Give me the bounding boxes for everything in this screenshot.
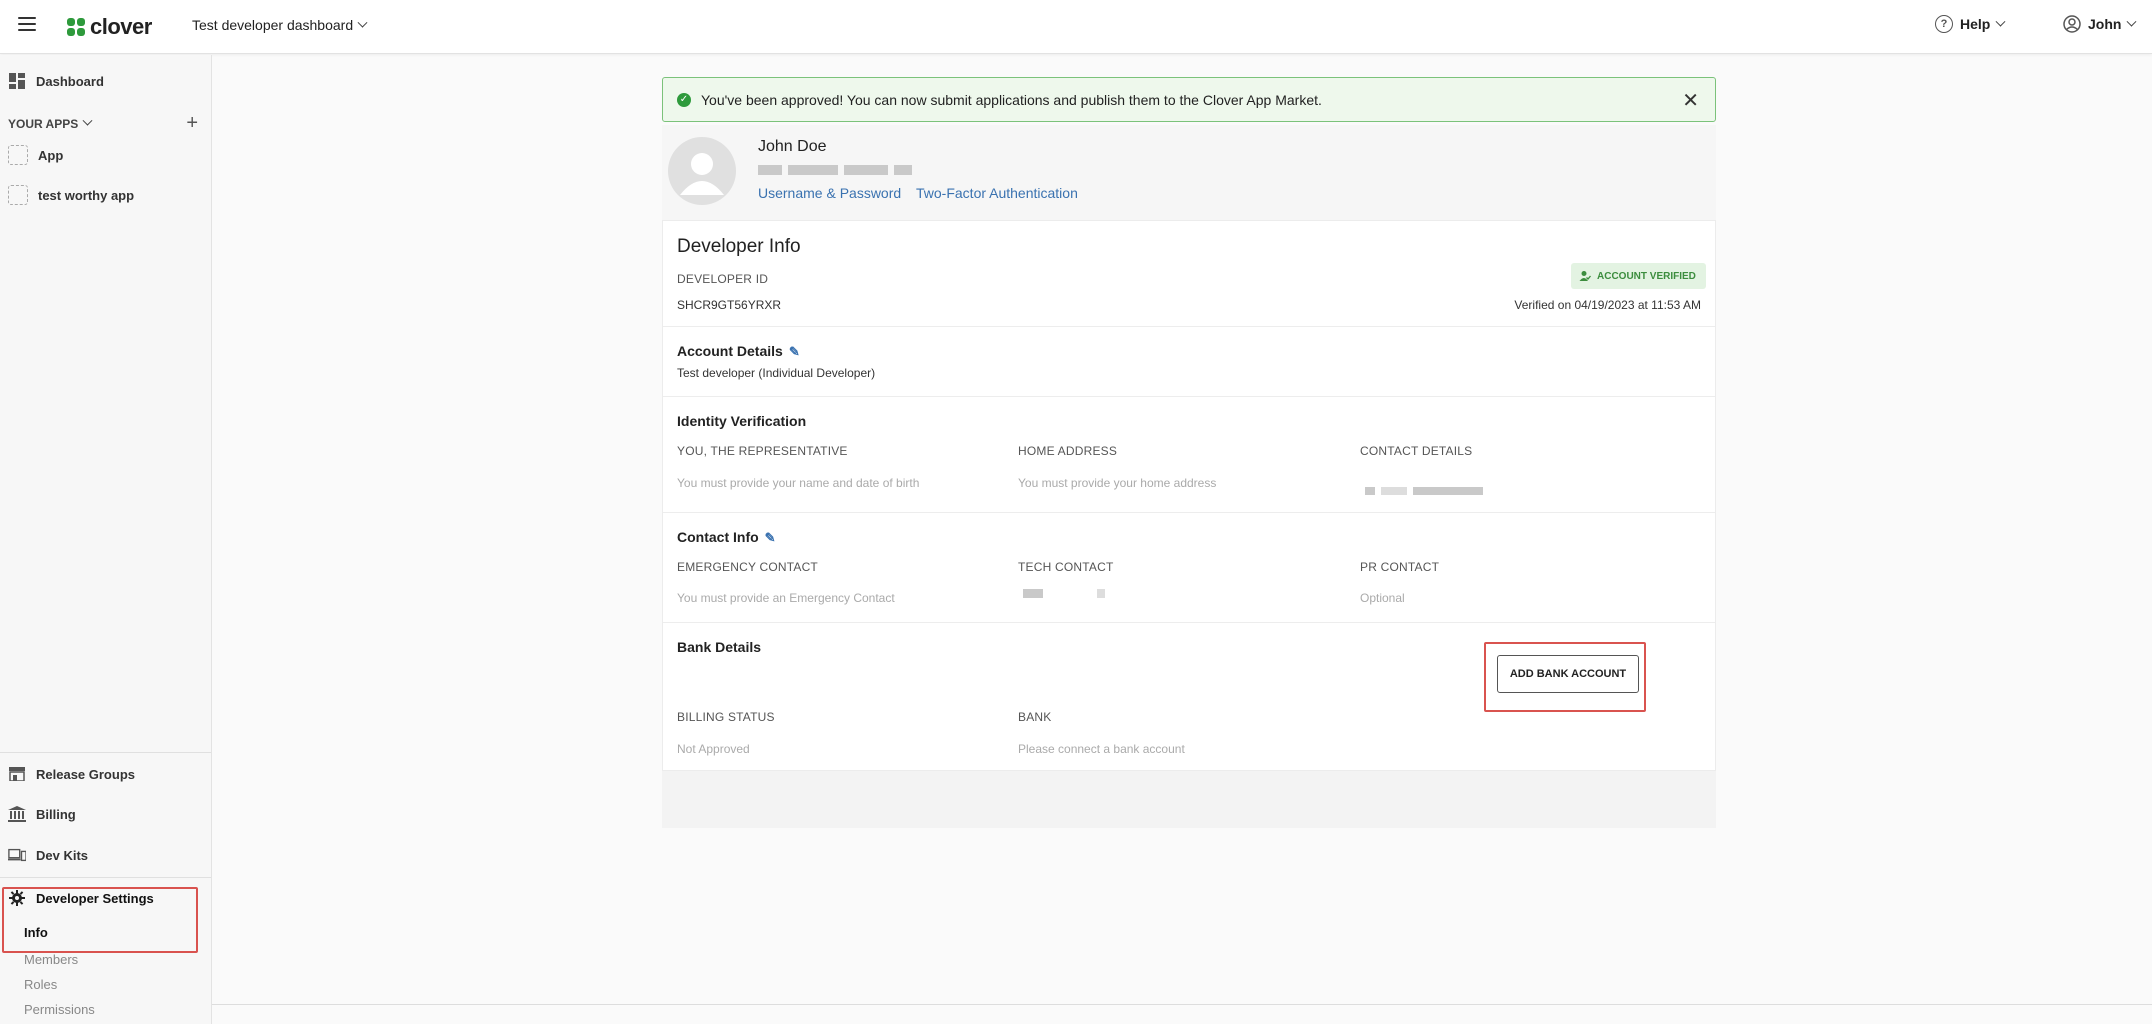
home-address-value: You must provide your home address: [1018, 476, 1217, 490]
billing-status-value: Not Approved: [677, 742, 750, 756]
account-details-title: Account Details: [677, 343, 783, 359]
bank-icon: [8, 805, 26, 823]
chevron-down-icon: [82, 115, 93, 126]
account-details-value: Test developer (Individual Developer): [677, 366, 876, 380]
redacted-email: [758, 165, 912, 175]
pr-contact-value: Optional: [1360, 591, 1405, 605]
sidebar-item-billing[interactable]: Billing: [8, 805, 76, 823]
alert-message: You've been approved! You can now submit…: [701, 91, 1322, 108]
sidebar-item-dev-kits[interactable]: Dev Kits: [8, 846, 88, 864]
sidebar-subitem-roles[interactable]: Roles: [24, 977, 57, 992]
account-details-section: Account Details ✎: [677, 343, 800, 360]
user-check-icon: [1579, 271, 1591, 281]
sidebar-divider: [0, 877, 211, 878]
dashboard-icon: [8, 72, 26, 90]
emergency-contact-label: EMERGENCY CONTACT: [677, 560, 818, 574]
check-circle-icon: ✓: [677, 92, 691, 107]
section-divider: [663, 326, 1715, 327]
representative-label: YOU, THE REPRESENTATIVE: [677, 444, 848, 458]
section-divider: [663, 396, 1715, 397]
badge-label: ACCOUNT VERIFIED: [1597, 270, 1696, 282]
sidebar-divider: [0, 752, 211, 753]
dashboard-select[interactable]: Test developer dashboard: [192, 17, 368, 33]
account-verified-badge: ACCOUNT VERIFIED: [1571, 263, 1706, 289]
sidebar-item-app[interactable]: App: [8, 145, 63, 165]
redacted-tech-contact: [1023, 589, 1105, 598]
logo-text: clover: [90, 14, 152, 39]
sidebar-item-label: Dev Kits: [36, 847, 89, 863]
close-icon[interactable]: ✕: [1682, 88, 1699, 113]
sidebar-item-test-worthy-app[interactable]: test worthy app: [8, 185, 134, 205]
sidebar-item-dashboard[interactable]: Dashboard: [8, 72, 104, 90]
section-divider: [663, 512, 1715, 513]
clover-leaf-icon: [67, 18, 85, 36]
bank-label: BANK: [1018, 710, 1052, 724]
developer-info-panel: Developer Info DEVELOPER ID SHCR9GT56YRX…: [662, 220, 1716, 771]
contact-info-section: Contact Info ✎: [677, 529, 776, 546]
pencil-icon[interactable]: ✎: [789, 344, 800, 359]
chevron-down-icon: [357, 17, 368, 28]
add-bank-account-button[interactable]: ADD BANK ACCOUNT: [1497, 655, 1639, 693]
section-divider: [663, 622, 1715, 623]
pr-contact-label: PR CONTACT: [1360, 560, 1440, 574]
footer-divider: [212, 1004, 2152, 1005]
devices-icon: [8, 846, 26, 864]
sidebar-item-label: Developer Settings: [36, 890, 154, 906]
profile-header: John Doe Username & Password Two-Factor …: [662, 125, 1716, 220]
your-apps-label: YOUR APPS: [8, 116, 79, 131]
pencil-icon[interactable]: ✎: [765, 530, 776, 545]
gear-icon: [8, 889, 26, 907]
avatar: [668, 137, 736, 205]
top-bar: clover Test developer dashboard ? Help J…: [0, 0, 2152, 54]
chevron-down-icon: [2127, 16, 2137, 27]
clover-logo[interactable]: clover: [66, 14, 152, 40]
identity-verification-title: Identity Verification: [677, 413, 807, 429]
verified-on-text: Verified on 04/19/2023 at 11:53 AM: [1514, 298, 1701, 312]
sidebar-item-label: Billing: [36, 806, 76, 822]
user-circle-icon: [2063, 15, 2081, 33]
sidebar-subitem-info[interactable]: Info: [24, 925, 48, 940]
user-label: John: [2088, 16, 2122, 32]
tech-contact-label: TECH CONTACT: [1018, 560, 1114, 574]
bank-value: Please connect a bank account: [1018, 742, 1185, 756]
dashboard-select-label: Test developer dashboard: [192, 17, 354, 33]
redacted-contact-details: [1365, 487, 1483, 495]
contact-info-title: Contact Info: [677, 529, 759, 545]
username-password-link[interactable]: Username & Password: [758, 185, 901, 201]
sidebar-subitem-permissions[interactable]: Permissions: [24, 1002, 95, 1017]
developer-id-label: DEVELOPER ID: [677, 272, 769, 286]
sidebar-item-label: test worthy app: [38, 187, 135, 203]
two-factor-link[interactable]: Two-Factor Authentication: [916, 185, 1078, 201]
sidebar-item-release-groups[interactable]: Release Groups: [8, 765, 135, 783]
sidebar-item-label: Dashboard: [36, 73, 104, 89]
hamburger-icon[interactable]: [18, 17, 36, 31]
home-address-label: HOME ADDRESS: [1018, 444, 1118, 458]
profile-name: John Doe: [758, 138, 827, 155]
app-placeholder-icon: [8, 145, 28, 165]
add-app-icon[interactable]: +: [186, 112, 198, 135]
approval-alert: ✓ You've been approved! You can now subm…: [662, 77, 1716, 122]
representative-value: You must provide your name and date of b…: [677, 476, 920, 490]
user-menu[interactable]: John: [2063, 15, 2137, 33]
bank-details-title: Bank Details: [677, 639, 762, 655]
billing-status-label: BILLING STATUS: [677, 710, 775, 724]
your-apps-header[interactable]: YOUR APPS +: [8, 112, 198, 135]
app-placeholder-icon: [8, 185, 28, 205]
contact-details-label: CONTACT DETAILS: [1360, 444, 1473, 458]
developer-id-value: SHCR9GT56YRXR: [677, 298, 782, 312]
store-icon: [8, 765, 26, 783]
emergency-contact-value: You must provide an Emergency Contact: [677, 591, 895, 605]
sidebar: Dashboard YOUR APPS + App test worthy ap…: [0, 55, 212, 1024]
sidebar-item-developer-settings[interactable]: Developer Settings: [8, 889, 154, 907]
help-menu[interactable]: ? Help: [1935, 15, 2006, 33]
chevron-down-icon: [1995, 16, 2006, 27]
sidebar-subitem-members[interactable]: Members: [24, 952, 78, 967]
help-label: Help: [1960, 16, 1991, 32]
developer-info-title: Developer Info: [677, 236, 801, 257]
sidebar-item-label: Release Groups: [36, 766, 135, 782]
help-circle-icon: ?: [1935, 15, 1953, 33]
panel-footer: [662, 771, 1716, 828]
sidebar-item-label: App: [38, 147, 64, 163]
